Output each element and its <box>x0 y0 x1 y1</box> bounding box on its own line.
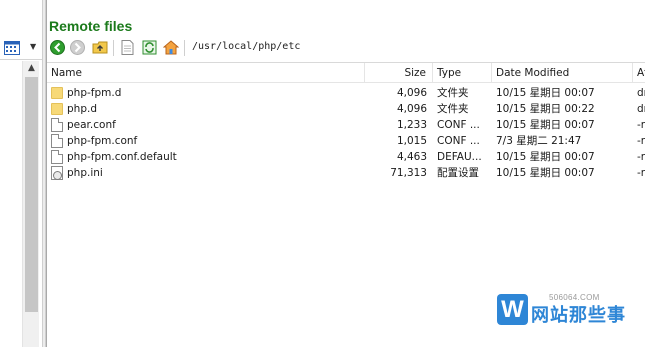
view-mode-icon[interactable] <box>4 41 20 55</box>
file-size: 71,313 <box>390 167 427 179</box>
forward-icon[interactable] <box>69 39 86 56</box>
file-name: php.d <box>67 103 97 115</box>
local-toolbar: ▼ <box>0 36 42 60</box>
scroll-up-icon[interactable]: ▲ <box>23 61 40 75</box>
file-name: pear.conf <box>67 119 116 131</box>
watermark-text: 网站那些事 <box>531 305 626 326</box>
file-attributes: -r <box>637 119 645 131</box>
file-list: php-fpm.d 4,096 文件夹 10/15 星期日 00:07 dr php.d 4… <box>47 85 645 181</box>
column-type[interactable]: Type <box>433 63 492 83</box>
file-date-modified: 10/15 星期日 00:07 <box>496 87 595 99</box>
table-row[interactable]: pear.conf 1,233 CONF ... 10/15 星期日 00:07 -r <box>47 117 645 133</box>
parent-folder-icon[interactable] <box>91 39 108 56</box>
folder-icon <box>51 103 63 115</box>
file-type: CONF ... <box>437 119 480 131</box>
file-date-modified: 10/15 星期日 00:07 <box>496 151 595 163</box>
file-attributes: -r <box>637 167 645 179</box>
file-list-header: Name Size Type Date Modified At <box>47 62 645 83</box>
file-attributes: -r <box>637 135 645 147</box>
file-attributes: -r <box>637 151 645 163</box>
file-name: php-fpm.d <box>67 87 122 99</box>
column-attributes[interactable]: At <box>633 63 645 83</box>
file-size: 4,096 <box>396 87 427 99</box>
table-row[interactable]: php-fpm.conf.default 4,463 DEFAU... 10/15 星… <box>47 149 645 165</box>
file-date-modified: 10/15 星期日 00:07 <box>496 119 595 131</box>
file-size: 1,015 <box>396 135 427 147</box>
folder-icon <box>51 87 63 99</box>
settings-file-icon <box>51 166 63 180</box>
file-icon <box>51 134 63 148</box>
file-attributes: dr <box>637 103 645 115</box>
file-type: DEFAU... <box>437 151 482 163</box>
file-date-modified: 10/15 星期日 00:22 <box>496 103 595 115</box>
scroll-thumb[interactable] <box>25 77 38 312</box>
view-dropdown-icon[interactable]: ▼ <box>30 42 36 51</box>
column-date-modified[interactable]: Date Modified <box>492 63 633 83</box>
remote-toolbar: /usr/local/php/etc <box>47 37 645 59</box>
file-name-cell[interactable]: php.d <box>51 101 363 117</box>
toolbar-divider <box>184 40 185 56</box>
file-name: php.ini <box>67 167 103 179</box>
file-name-cell[interactable]: pear.conf <box>51 117 363 133</box>
home-icon[interactable] <box>162 39 179 56</box>
watermark-logo: W <box>497 294 528 325</box>
file-icon <box>51 150 63 164</box>
file-date-modified: 7/3 星期二 21:47 <box>496 135 582 147</box>
table-row[interactable]: php.ini 71,313 配置设置 10/15 星期日 00:07 -r <box>47 165 645 181</box>
refresh-icon[interactable] <box>141 39 158 56</box>
file-name-cell[interactable]: php.ini <box>51 165 363 181</box>
toolbar-divider <box>113 40 114 56</box>
new-file-icon[interactable] <box>119 39 136 56</box>
panel-title: Remote files <box>49 18 133 34</box>
file-name-cell[interactable]: php-fpm.conf <box>51 133 363 149</box>
column-size[interactable]: Size <box>365 63 433 83</box>
local-scrollbar[interactable]: ▲ <box>22 61 39 347</box>
file-type: 文件夹 <box>437 103 469 115</box>
column-name[interactable]: Name <box>47 63 365 83</box>
back-icon[interactable] <box>49 39 66 56</box>
file-type: CONF ... <box>437 135 480 147</box>
file-icon <box>51 118 63 132</box>
file-name-cell[interactable]: php-fpm.conf.default <box>51 149 363 165</box>
file-size: 4,096 <box>396 103 427 115</box>
file-size: 4,463 <box>396 151 427 163</box>
file-name: php-fpm.conf <box>67 135 138 147</box>
file-name: php-fpm.conf.default <box>67 151 177 163</box>
file-date-modified: 10/15 星期日 00:07 <box>496 167 595 179</box>
file-type: 配置设置 <box>437 167 479 179</box>
local-pane: ▼ ▲ <box>0 0 42 347</box>
file-name-cell[interactable]: php-fpm.d <box>51 85 363 101</box>
table-row[interactable]: php-fpm.conf 1,015 CONF ... 7/3 星期二 21:47 -r <box>47 133 645 149</box>
table-row[interactable]: php.d 4,096 文件夹 10/15 星期日 00:22 dr <box>47 101 645 117</box>
file-type: 文件夹 <box>437 87 469 99</box>
table-row[interactable]: php-fpm.d 4,096 文件夹 10/15 星期日 00:07 dr <box>47 85 645 101</box>
current-path[interactable]: /usr/local/php/etc <box>192 41 300 52</box>
file-size: 1,233 <box>396 119 427 131</box>
file-attributes: dr <box>637 87 645 99</box>
